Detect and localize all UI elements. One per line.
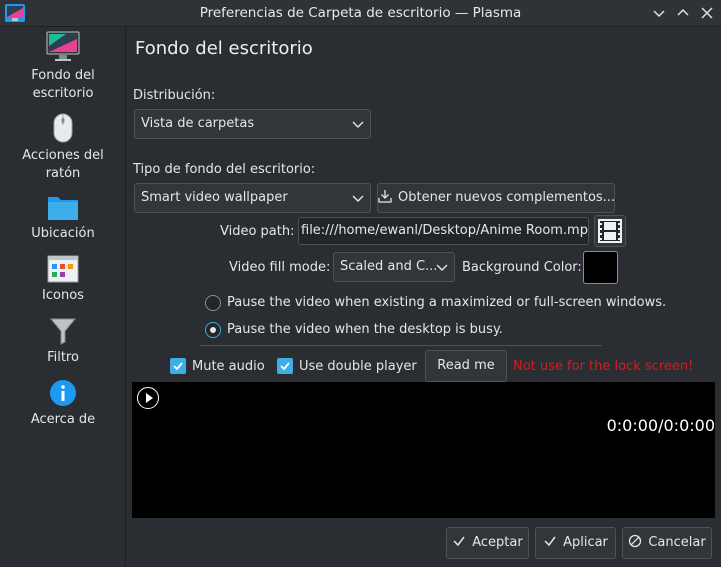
separator	[200, 345, 602, 346]
bg-color-label: Background Color:	[462, 260, 582, 275]
bg-color-button[interactable]	[583, 251, 618, 284]
pause-busy-label: Pause the video when the desktop is busy…	[227, 322, 503, 337]
apply-label: Aplicar	[563, 535, 608, 550]
wallpaper-type-label: Tipo de fondo del escritorio:	[133, 162, 316, 177]
chevron-down-icon	[352, 195, 364, 202]
checkmark-icon	[453, 536, 465, 547]
sidebar-item-label: Fondo del	[31, 68, 95, 83]
get-new-plugins-button[interactable]: Obtener nuevos complementos...	[377, 183, 615, 213]
checkmark-icon	[544, 536, 556, 547]
fill-mode-label: Video fill mode:	[229, 260, 331, 275]
sidebar-item-label: Acciones del	[22, 148, 104, 163]
sidebar-item-mouse-actions[interactable]: Acciones del ratón	[0, 113, 126, 183]
sidebar-item-location[interactable]: Ubicación	[0, 193, 126, 243]
page-title: Fondo del escritorio	[135, 38, 313, 59]
layout-label: Distribución:	[133, 88, 216, 103]
sidebar-item-filter[interactable]: Filtro	[0, 317, 126, 367]
mouse-icon	[53, 113, 73, 143]
layout-combo[interactable]: Vista de carpetas	[134, 109, 371, 139]
checkmark-icon	[173, 362, 183, 371]
info-icon	[50, 380, 76, 406]
browse-video-button[interactable]	[594, 215, 626, 247]
read-me-button[interactable]: Read me	[425, 350, 507, 382]
download-icon	[378, 190, 392, 203]
sidebar-item-label: escritorio	[32, 86, 94, 101]
video-path-value: file:///home/ewanl/Desktop/Anime Room.mp…	[301, 223, 589, 238]
checkmark-icon	[280, 362, 290, 371]
sidebar-item-wallpaper[interactable]: Fondo del escritorio	[0, 31, 126, 103]
mute-audio-label: Mute audio	[192, 359, 265, 374]
layout-combo-value: Vista de carpetas	[141, 116, 255, 131]
wallpaper-type-value: Smart video wallpaper	[141, 190, 288, 205]
minimize-icon[interactable]	[651, 5, 667, 21]
sidebar-item-label: Filtro	[47, 350, 79, 365]
film-icon	[598, 219, 622, 243]
chevron-down-icon	[436, 264, 448, 271]
filter-icon	[49, 318, 77, 345]
accept-label: Aceptar	[472, 535, 523, 550]
maximize-icon[interactable]	[675, 5, 691, 21]
cancel-icon	[629, 534, 642, 548]
sidebar-item-label: Ubicación	[31, 226, 95, 241]
folder-icon	[48, 197, 78, 220]
lock-screen-warning: Not use for the lock screen!	[513, 359, 694, 374]
video-path-label: Video path:	[220, 224, 295, 239]
double-player-checkbox[interactable]	[277, 358, 293, 374]
close-icon[interactable]	[699, 5, 715, 21]
video-preview: 0:0:00/0:0:00	[132, 382, 715, 518]
title-bar: Preferencias de Carpeta de escritorio — …	[0, 0, 721, 27]
video-path-field[interactable]: file:///home/ewanl/Desktop/Anime Room.mp…	[298, 217, 589, 245]
wallpaper-type-combo[interactable]: Smart video wallpaper	[134, 183, 371, 213]
icons-view-icon	[47, 255, 79, 283]
double-player-label: Use double player	[299, 359, 417, 374]
accept-button[interactable]: Aceptar	[446, 527, 529, 559]
timecode: 0:0:00/0:0:00	[606, 416, 715, 435]
pause-maximized-label: Pause the video when existing a maximize…	[227, 295, 667, 310]
sidebar-item-icons[interactable]: Iconos	[0, 255, 126, 305]
sidebar-item-label: Iconos	[42, 288, 84, 303]
window-title: Preferencias de Carpeta de escritorio — …	[199, 5, 522, 21]
get-new-plugins-label: Obtener nuevos complementos...	[398, 190, 616, 205]
pause-busy-radio[interactable]	[205, 322, 221, 338]
cancel-label: Cancelar	[648, 535, 706, 550]
pause-maximized-radio[interactable]	[205, 295, 221, 311]
sidebar: Fondo del escritorio Acciones del ratón …	[0, 27, 126, 567]
main-panel: Fondo del escritorio Distribución: Vista…	[127, 27, 721, 567]
sidebar-item-label: Acerca de	[30, 412, 96, 427]
mute-audio-checkbox[interactable]	[170, 358, 186, 374]
monitor-icon	[46, 31, 80, 61]
sidebar-item-label: ratón	[45, 166, 81, 181]
play-icon[interactable]	[137, 387, 159, 409]
cancel-button[interactable]: Cancelar	[622, 527, 712, 559]
fill-mode-combo[interactable]: Scaled and C...	[333, 252, 455, 282]
chevron-down-icon	[352, 121, 364, 128]
apply-button[interactable]: Aplicar	[535, 527, 616, 559]
sidebar-item-about[interactable]: Acerca de	[0, 379, 126, 429]
fill-mode-value: Scaled and C...	[340, 259, 438, 274]
